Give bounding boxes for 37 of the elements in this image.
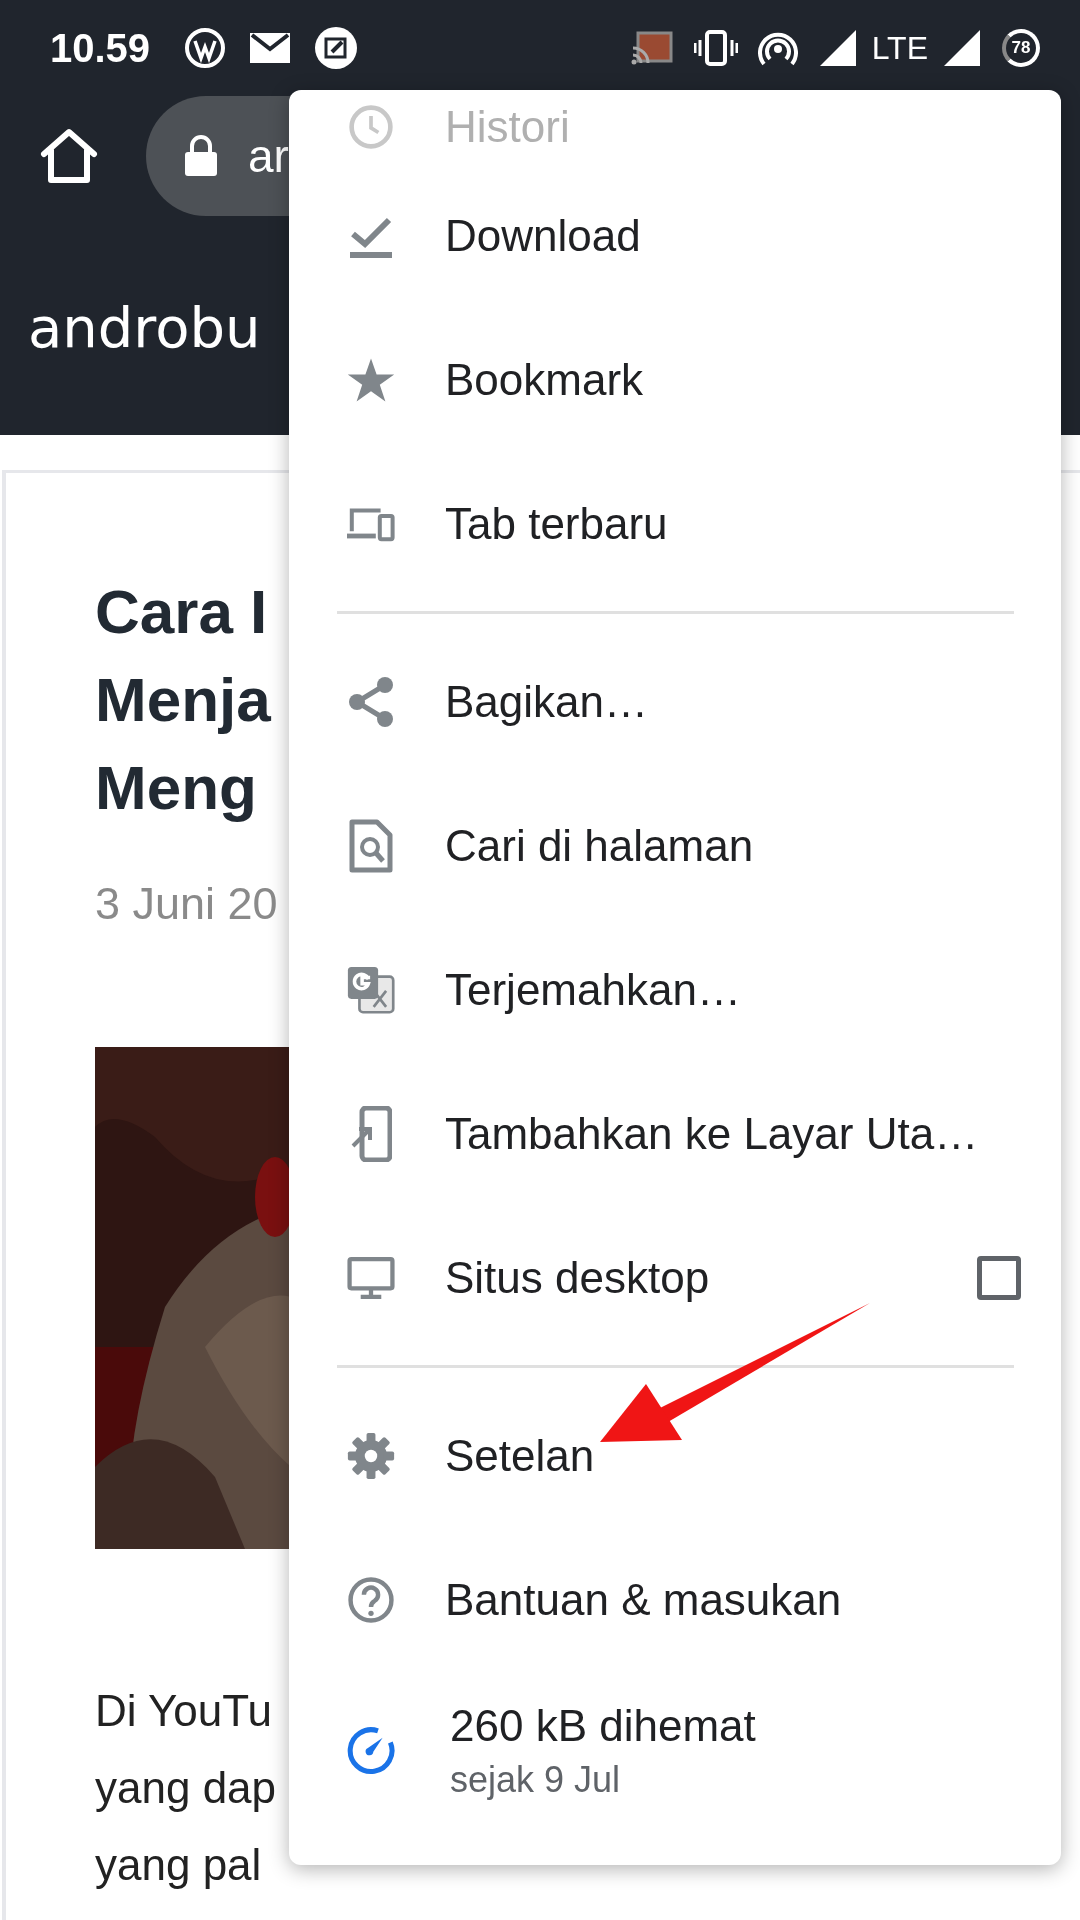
share-icon <box>347 676 395 728</box>
cast-icon <box>629 30 674 66</box>
menu-item[interactable]: Setelan <box>289 1384 1061 1528</box>
post-date: 3 Juni 20 <box>95 878 278 930</box>
menu-item[interactable]: Cari di halaman <box>289 774 1061 918</box>
article-title-line: Meng <box>95 752 257 824</box>
wordpress-icon <box>184 27 227 69</box>
site-logo[interactable]: androbu <box>0 216 261 368</box>
menu-item[interactable]: Bagikan… <box>289 630 1061 774</box>
menu-item[interactable]: Bookmark <box>289 308 1061 452</box>
article-title-line: Cara I <box>95 576 268 648</box>
checkbox[interactable] <box>977 1256 1021 1300</box>
body-text-line: Di YouTu <box>95 1685 272 1737</box>
address-bar[interactable]: ar <box>146 96 290 216</box>
menu-item[interactable]: Tambahkan ke Layar Uta… <box>289 1062 1061 1206</box>
body-text-line: yang pal <box>95 1839 262 1891</box>
signal-icon <box>942 28 982 68</box>
add-to-home-icon <box>350 1106 392 1162</box>
vibrate-icon <box>693 30 738 66</box>
find-in-page-icon <box>349 819 393 873</box>
saved-since-text: sejak 9 Jul <box>450 1759 622 1801</box>
menu-item[interactable]: Download <box>289 164 1061 308</box>
menu-item[interactable]: Situs desktop <box>289 1206 1061 1350</box>
data-saved-text[interactable]: 260 kB dihemat <box>450 1701 756 1751</box>
clock-time: 10.59 <box>50 25 151 71</box>
home-icon[interactable] <box>40 128 98 184</box>
body-text-line: yang dap <box>95 1762 277 1814</box>
menu-item[interactable]: Bantuan & masukan <box>289 1528 1061 1672</box>
menu-item[interactable]: Tab terbaru <box>289 452 1061 596</box>
mail-icon <box>248 31 293 65</box>
article-title-line: Menja <box>95 664 271 736</box>
url-text: ar <box>248 129 289 183</box>
screenshot-edit-icon <box>314 26 359 70</box>
network-type: LTE <box>871 29 928 67</box>
battery-level: 78 <box>1002 29 1040 67</box>
menu-item[interactable]: Terjemahkan… <box>289 918 1061 1062</box>
lock-icon <box>184 135 218 177</box>
